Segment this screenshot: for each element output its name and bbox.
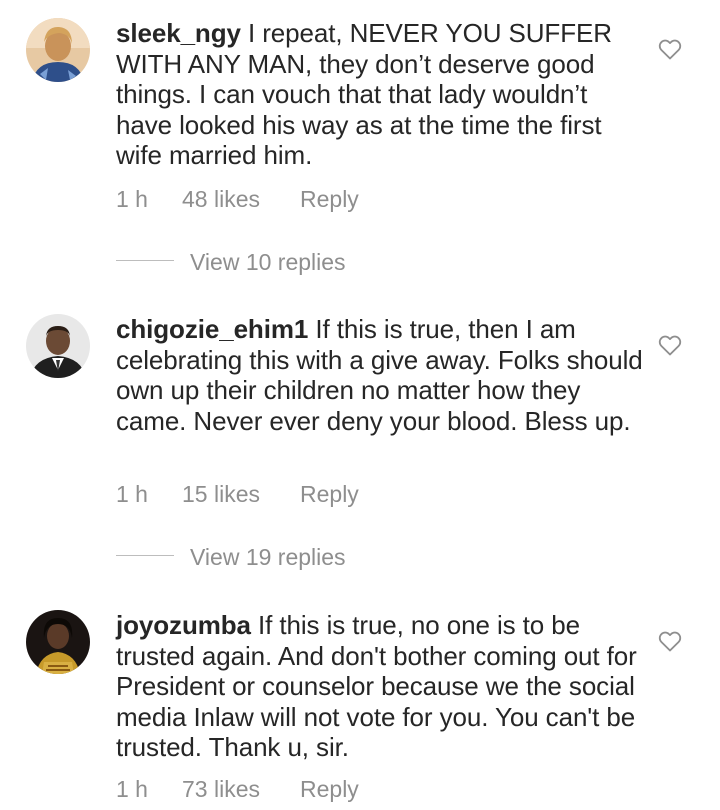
heart-outline-icon[interactable] (658, 630, 682, 652)
replies-divider-line (116, 555, 174, 557)
comment-meta: 1 h 73 likes Reply (116, 776, 359, 806)
comment-username[interactable]: chigozie_ehim1 (116, 314, 308, 344)
view-replies-button[interactable]: View 10 replies (116, 249, 346, 279)
comment-likes-count[interactable]: 15 likes (182, 481, 300, 508)
heart-outline-icon[interactable] (658, 334, 682, 356)
avatar[interactable] (26, 18, 90, 82)
view-replies-button[interactable]: View 19 replies (116, 544, 346, 574)
comment-likes-count[interactable]: 73 likes (182, 776, 300, 803)
avatar[interactable] (26, 314, 90, 378)
comment-body: joyozumba If this is true, no one is to … (116, 610, 646, 763)
comment-timestamp: 1 h (116, 186, 148, 212)
heart-outline-icon[interactable] (658, 38, 682, 60)
comment-body: chigozie_ehim1 If this is true, then I a… (116, 314, 646, 436)
comment-username[interactable]: joyozumba (116, 610, 251, 640)
comment-timestamp: 1 h (116, 481, 148, 507)
comment-timestamp: 1 h (116, 776, 148, 802)
view-replies-label: View 10 replies (190, 249, 346, 275)
comment-meta: 1 h 48 likes Reply (116, 186, 359, 216)
comment-username[interactable]: sleek_ngy (116, 18, 241, 48)
reply-button[interactable]: Reply (300, 186, 359, 213)
reply-button[interactable]: Reply (300, 776, 359, 803)
comment-likes-count[interactable]: 48 likes (182, 186, 300, 213)
comment-meta: 1 h 15 likes Reply (116, 481, 359, 511)
view-replies-label: View 19 replies (190, 544, 346, 570)
avatar[interactable] (26, 610, 90, 674)
comment-body: sleek_ngy I repeat, NEVER YOU SUFFER WIT… (116, 18, 646, 171)
reply-button[interactable]: Reply (300, 481, 359, 508)
replies-divider-line (116, 260, 174, 262)
